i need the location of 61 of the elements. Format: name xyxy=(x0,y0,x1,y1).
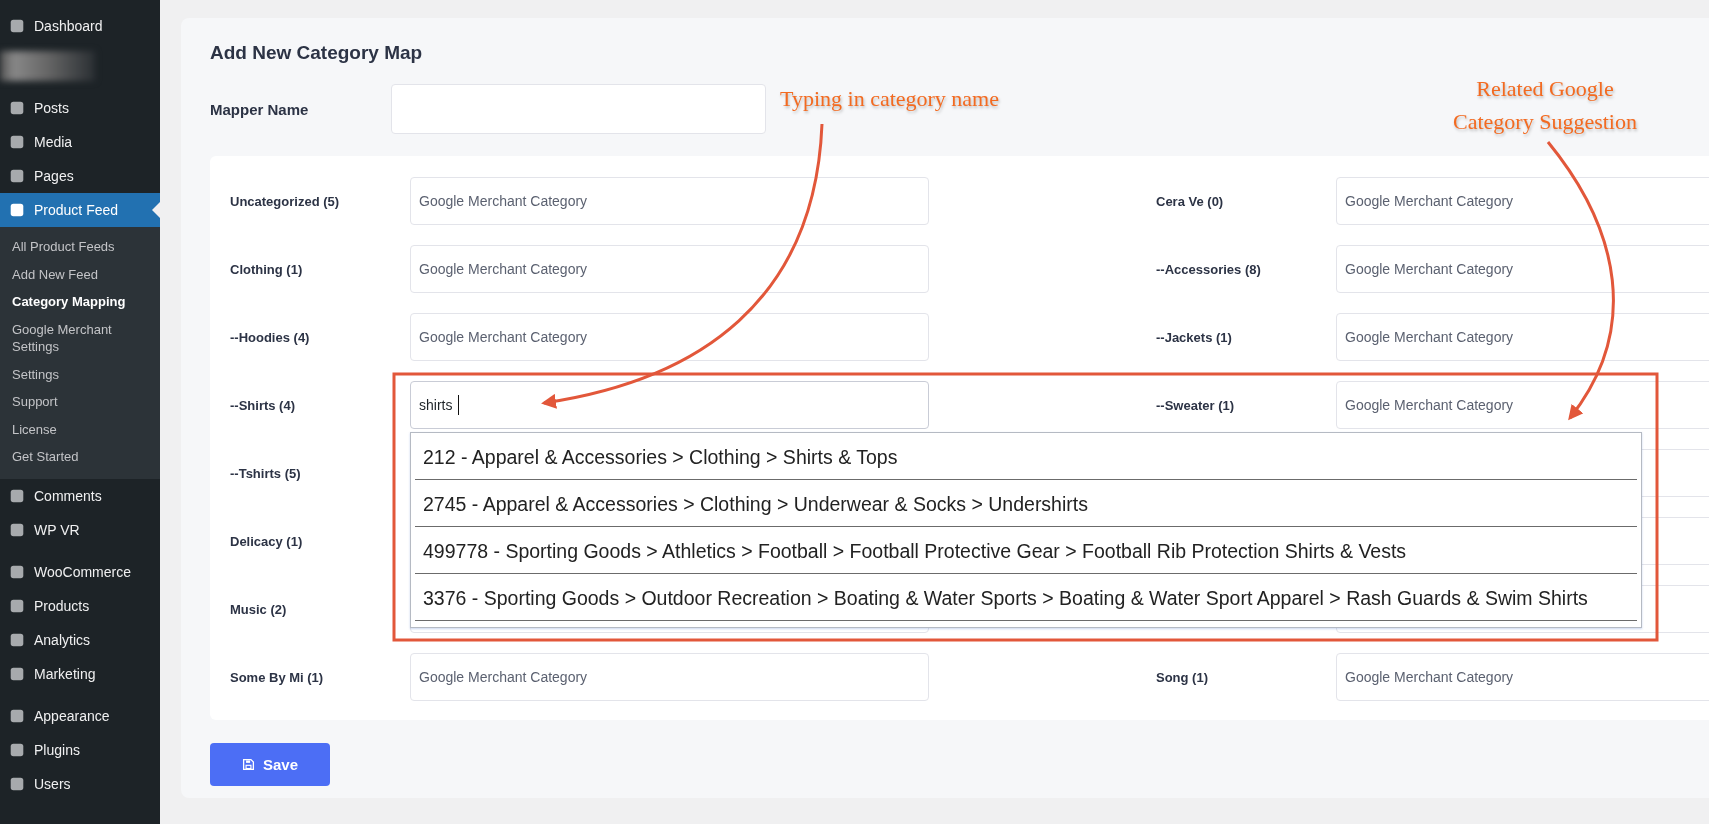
submenu-item[interactable]: Support xyxy=(0,388,160,416)
sidebar-item[interactable]: Plugins xyxy=(0,732,160,767)
submenu-item[interactable]: Google Merchant Settings xyxy=(0,315,160,361)
sidebar-item[interactable]: Dashboard xyxy=(0,9,160,43)
mapper-name-field[interactable] xyxy=(391,84,766,134)
sidebar-item[interactable]: Analytics xyxy=(0,622,160,657)
field-label: Mapper Name xyxy=(210,100,310,118)
sidebar-item[interactable]: Posts xyxy=(0,91,160,125)
category-field[interactable]: Google Merchant Category xyxy=(1336,381,1709,429)
suggestion-item[interactable]: 3376 - Sporting Goods > Outdoor Recreation > Boating & Water Sports > Boating & Water Sport Apparel > Rash Guards & Swim Shirts xyxy=(415,574,1637,621)
sidebar-item[interactable]: Appearance xyxy=(0,698,160,733)
category-field[interactable]: Google Merchant Category xyxy=(1336,653,1709,701)
submenu-item[interactable]: License xyxy=(0,415,160,444)
category-field[interactable]: shirts xyxy=(410,381,929,429)
sidebar-item[interactable]: Products xyxy=(0,588,160,623)
submenu-item[interactable]: Get Started xyxy=(0,443,160,471)
category-label: --Hoodies (4) xyxy=(230,329,311,345)
save-icon xyxy=(241,758,255,771)
page-title: Add New Category Map xyxy=(210,42,424,64)
menu-icon xyxy=(8,133,26,151)
category-label: --Jackets (1) xyxy=(1156,329,1233,345)
category-field[interactable]: Google Merchant Category xyxy=(410,313,929,361)
submenu-item[interactable]: Add New Feed xyxy=(0,260,160,289)
annotation-text: Typing in category name xyxy=(780,86,999,112)
category-field[interactable]: Google Merchant Category xyxy=(1336,177,1709,225)
category-label: Music (2) xyxy=(230,601,288,617)
suggestion-item[interactable]: 2745 - Apparel & Accessories > Clothing > Underwear & Socks > Undershirts xyxy=(415,480,1637,527)
category-label: --Accessories (8) xyxy=(1156,261,1262,277)
category-label: --Sweater (1) xyxy=(1156,397,1236,413)
suggestion-item[interactable]: 212 - Apparel & Accessories > Clothing > Shirts & Tops xyxy=(415,433,1637,480)
category-field[interactable]: Google Merchant Category xyxy=(410,177,929,225)
category-field[interactable]: Google Merchant Category xyxy=(1336,313,1709,361)
menu-icon xyxy=(8,167,26,185)
sidebar-item[interactable]: Marketing xyxy=(0,656,160,691)
sidebar-item[interactable]: Product Feed xyxy=(0,193,160,227)
category-label: Song (1) xyxy=(1156,669,1209,685)
menu-icon xyxy=(8,17,26,35)
sidebar-item[interactable]: Users xyxy=(0,766,160,801)
category-label: --Shirts (4) xyxy=(230,397,296,413)
sidebar-item[interactable]: WP VR xyxy=(0,512,160,547)
submenu-item[interactable]: Category Mapping xyxy=(0,288,160,316)
save-button[interactable]: Save xyxy=(210,743,330,786)
category-label: Delicacy (1) xyxy=(230,533,304,549)
category-label: Some By Mi (1) xyxy=(230,669,325,685)
category-field[interactable]: Google Merchant Category xyxy=(1336,245,1709,293)
category-label: --Tshirts (5) xyxy=(230,465,302,481)
annotation-text: Related Google Category Suggestion xyxy=(1452,75,1638,136)
sidebar-item[interactable]: WooCommerce xyxy=(0,554,160,589)
suggestion-item[interactable]: 499778 - Sporting Goods > Athletics > Football > Football Protective Gear > Football Rib Protection Shirts & Vests xyxy=(415,527,1637,574)
category-label: Uncategorized (5) xyxy=(230,193,341,209)
category-label: Clothing (1) xyxy=(230,261,304,277)
category-field[interactable]: Google Merchant Category xyxy=(410,245,929,293)
menu-icon xyxy=(8,201,26,219)
sidebar-item[interactable]: Comments xyxy=(0,478,160,513)
category-field[interactable]: Google Merchant Category xyxy=(410,653,929,701)
sidebar-item[interactable]: Media xyxy=(0,125,160,159)
submenu-item[interactable]: All Product Feeds xyxy=(0,233,160,261)
menu-icon xyxy=(8,99,26,117)
category-label: Cera Ve (0) xyxy=(1156,193,1225,209)
submenu-item[interactable]: Settings xyxy=(0,360,160,389)
sidebar-item[interactable]: Pages xyxy=(0,159,160,193)
